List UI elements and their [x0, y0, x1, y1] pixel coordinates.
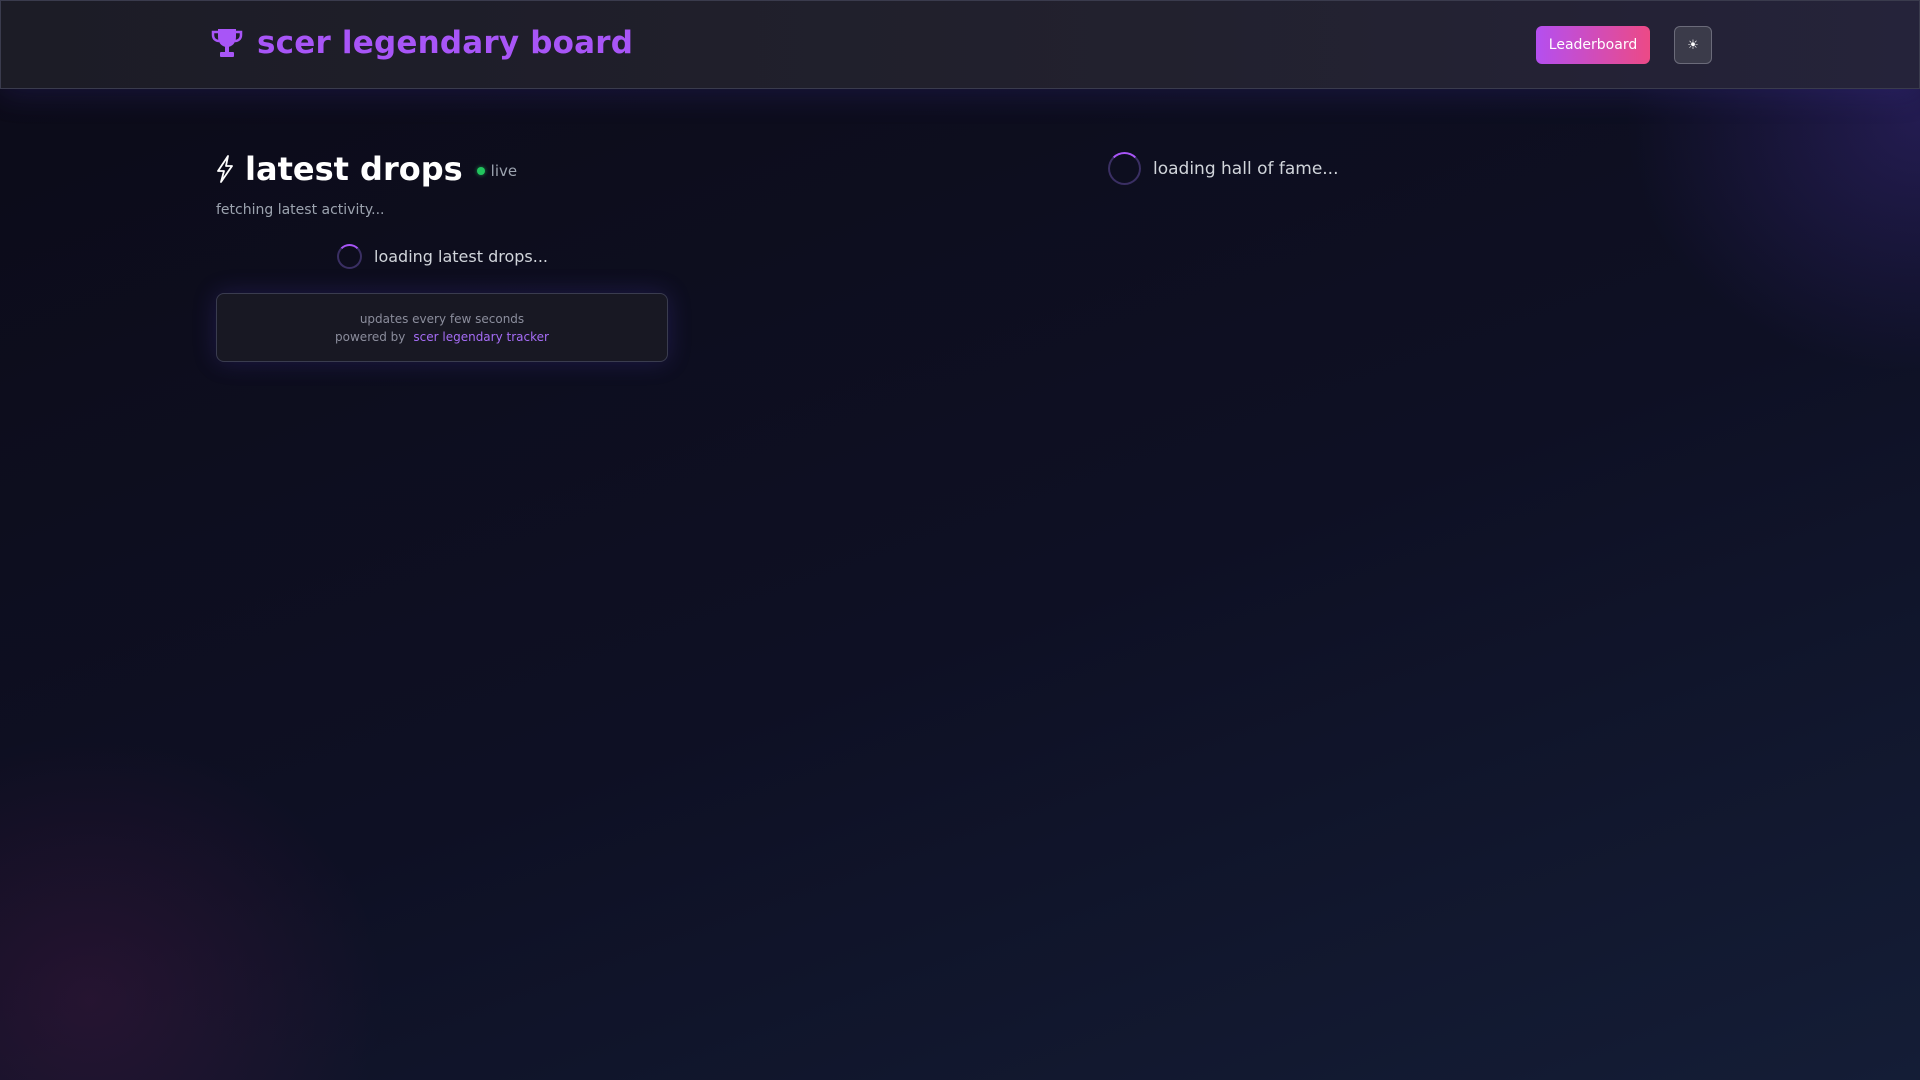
update-info-box: updates every few seconds powered by sce…	[216, 293, 668, 362]
latest-drops-heading: latest drops live	[215, 150, 517, 188]
hall-of-fame-loader: loading hall of fame...	[1108, 152, 1339, 185]
top-header: scer legendary board Leaderboard ☀	[0, 0, 1920, 89]
trophy-icon	[209, 25, 245, 61]
brand-title: scer legendary board	[257, 25, 634, 61]
fetching-status: fetching latest activity...	[216, 202, 385, 218]
lightning-bolt-icon	[215, 155, 235, 183]
tracker-link[interactable]: scer legendary tracker	[413, 330, 549, 344]
live-indicator: live	[476, 162, 518, 180]
powered-by: powered by scer legendary tracker	[335, 330, 549, 344]
latest-drops-title: latest drops	[245, 150, 463, 188]
loading-spinner-icon	[337, 244, 362, 269]
drops-loading-text: loading latest drops...	[374, 247, 549, 266]
live-label: live	[490, 162, 518, 180]
brand[interactable]: scer legendary board	[209, 25, 633, 61]
theme-toggle-button[interactable]: ☀	[1674, 26, 1712, 64]
live-dot-icon	[476, 167, 485, 175]
powered-by-label: powered by	[335, 329, 406, 344]
sun-icon: ☀	[1687, 37, 1699, 52]
drops-loader: loading latest drops...	[337, 244, 548, 269]
hall-of-fame-loading-text: loading hall of fame...	[1153, 158, 1339, 179]
update-note: updates every few seconds	[359, 311, 525, 326]
loading-spinner-icon	[1108, 152, 1141, 185]
leaderboard-button[interactable]: Leaderboard	[1536, 26, 1650, 64]
